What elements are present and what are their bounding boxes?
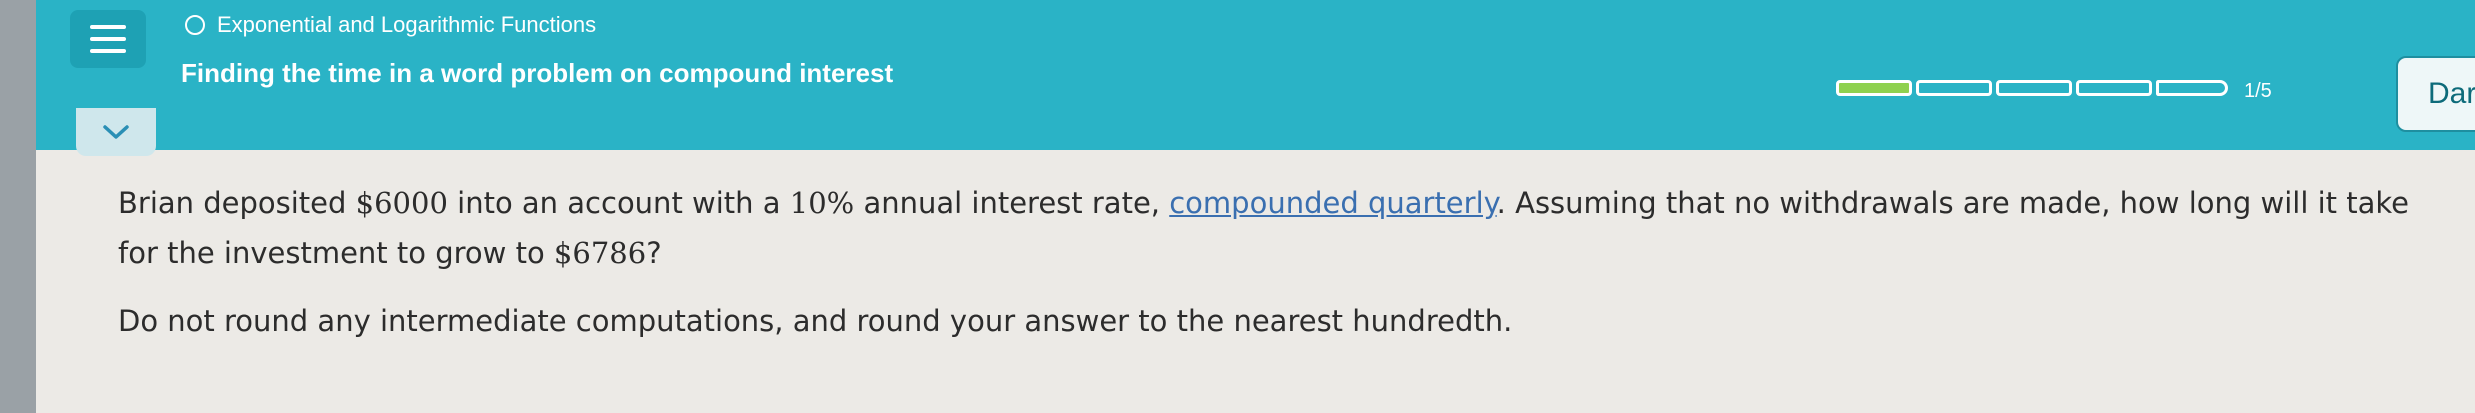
hamburger-menu-icon — [90, 37, 126, 41]
left-edge — [0, 0, 36, 413]
topic-circle-icon — [185, 15, 205, 35]
compounded-quarterly-link[interactable]: compounded quarterly — [1169, 186, 1496, 220]
progress-segment — [1916, 80, 1992, 96]
progress-segment — [2076, 80, 2152, 96]
topic-row: Exponential and Logarithmic Functions — [185, 12, 596, 38]
question-text-part: into an account with a — [447, 186, 790, 220]
chevron-down-icon — [103, 125, 129, 139]
interest-rate: 10% — [789, 186, 855, 220]
progress-segment — [1996, 80, 2072, 96]
menu-button[interactable] — [70, 10, 146, 68]
progress-segment — [1836, 80, 1912, 96]
question-text-part: Brian deposited — [118, 186, 356, 220]
topic-label: Exponential and Logarithmic Functions — [217, 12, 597, 37]
question-text-part: ? — [646, 236, 662, 270]
hamburger-menu-icon — [90, 49, 126, 53]
deposit-amount: $6000 — [355, 186, 448, 220]
progress-count: 1/5 — [2244, 80, 2272, 102]
target-amount: $6786 — [553, 236, 647, 270]
question-content: Brian deposited $6000 into an account wi… — [118, 178, 2418, 346]
page-title: Finding the time in a word problem on co… — [181, 58, 894, 88]
question-text: Brian deposited $6000 into an account wi… — [118, 178, 2418, 278]
hamburger-menu-icon — [90, 25, 126, 29]
collapse-button[interactable] — [76, 108, 156, 156]
progress-bar — [1836, 80, 2228, 96]
question-text-part: annual interest rate, — [854, 186, 1170, 220]
progress-segment — [2156, 80, 2228, 96]
instruction-text: Do not round any intermediate computatio… — [118, 304, 1513, 338]
dark-mode-button[interactable]: Dar — [2396, 56, 2475, 132]
